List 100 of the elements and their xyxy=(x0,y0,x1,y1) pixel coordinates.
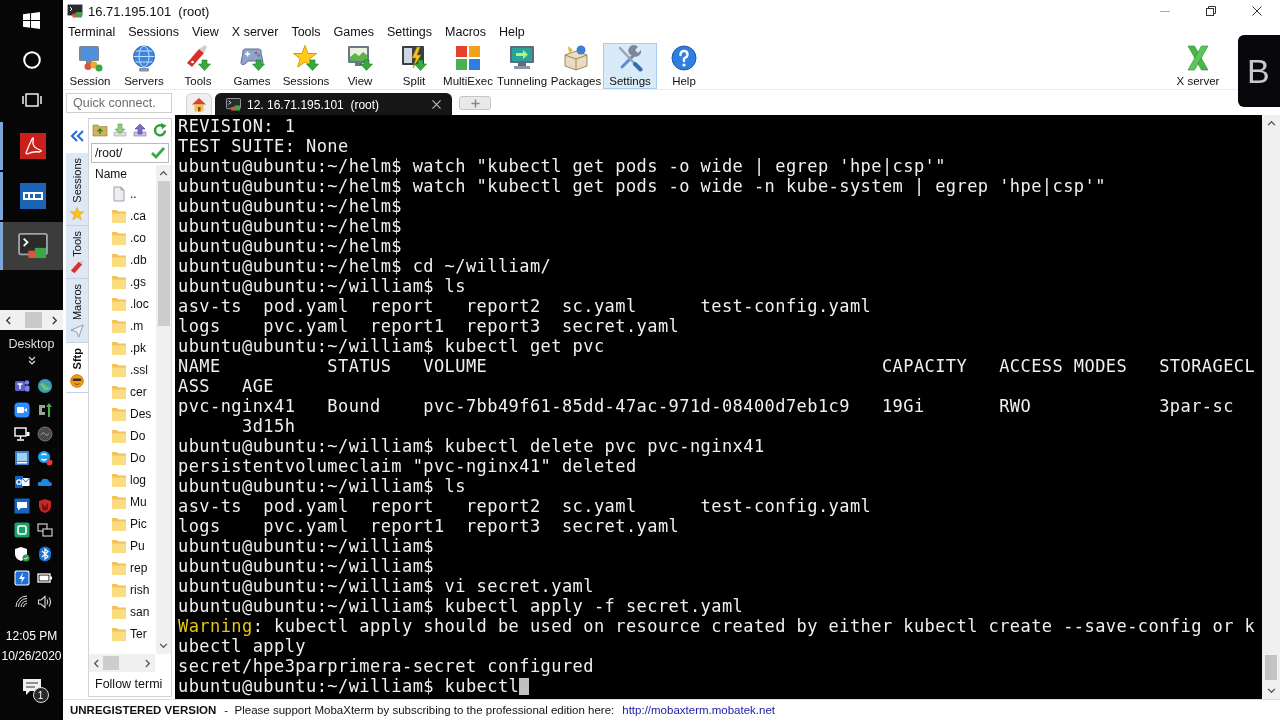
clock-date[interactable]: 10/26/2020 xyxy=(1,646,62,666)
wifi-icon[interactable] xyxy=(13,594,30,610)
toolbar-button[interactable]: Tunneling xyxy=(495,42,549,89)
taskbar-app[interactable] xyxy=(0,222,63,270)
file-item[interactable]: rish xyxy=(89,579,156,601)
scrollbar-thumb[interactable] xyxy=(1265,655,1277,680)
column-header[interactable]: Name xyxy=(89,165,156,183)
file-item[interactable]: .co xyxy=(89,227,156,249)
scrollbar[interactable] xyxy=(156,165,171,654)
start-menu-icon[interactable] xyxy=(23,11,40,29)
website-link[interactable]: http://mobaxterm.mobatek.net xyxy=(622,704,776,716)
sync-arrow-icon[interactable] xyxy=(36,402,53,418)
new-tab-button[interactable] xyxy=(459,96,491,110)
scrollbar-thumb[interactable] xyxy=(157,181,170,326)
chevron-left-icon[interactable] xyxy=(93,658,99,668)
file-item[interactable]: .ssl xyxy=(89,359,156,381)
toolbar-button[interactable]: Sessions xyxy=(279,42,333,89)
menu-item[interactable]: Help xyxy=(494,25,533,39)
file-item[interactable]: san xyxy=(89,601,156,623)
scrollbar-thumb[interactable] xyxy=(103,656,119,670)
session-tab[interactable]: 12. 16.71.195.101 (root) xyxy=(215,93,452,115)
chevron-up-icon[interactable] xyxy=(159,170,168,176)
people-icon[interactable] xyxy=(13,378,30,394)
video-camera-icon[interactable] xyxy=(13,402,30,418)
battery-icon[interactable] xyxy=(36,570,53,586)
file-item[interactable]: Pu xyxy=(89,535,156,557)
chat-icon[interactable] xyxy=(13,498,30,514)
home-tab[interactable] xyxy=(186,93,212,115)
chevron-down-icon[interactable] xyxy=(159,643,168,649)
scrollbar[interactable] xyxy=(89,654,155,672)
option-label[interactable]: Follow termi xyxy=(89,672,171,696)
scrollbar[interactable] xyxy=(0,310,63,330)
menu-item[interactable]: Terminal xyxy=(63,25,124,39)
menu-item[interactable]: View xyxy=(187,25,227,39)
refresh-icon[interactable] xyxy=(152,122,168,138)
shield-check-icon[interactable] xyxy=(13,546,30,562)
terminal[interactable] xyxy=(175,115,1262,699)
tile-icon[interactable] xyxy=(13,522,30,538)
call-icon[interactable] xyxy=(36,450,53,466)
menu-item[interactable]: Macros xyxy=(440,25,495,39)
file-item[interactable]: Ter xyxy=(89,623,156,645)
monitor-icon[interactable] xyxy=(13,426,30,442)
scrollbar-thumb[interactable] xyxy=(25,312,42,328)
file-item[interactable]: cer xyxy=(89,381,156,403)
check-icon[interactable] xyxy=(150,146,166,160)
clock-time[interactable]: 12:05 PM xyxy=(5,626,58,646)
bluetooth-icon[interactable] xyxy=(36,546,53,562)
task-view-icon[interactable] xyxy=(21,92,42,108)
chevron-right-icon[interactable] xyxy=(145,658,151,668)
file-item[interactable]: .loc xyxy=(89,293,156,315)
chevron-right-icon[interactable] xyxy=(52,315,58,325)
file-item[interactable]: .. xyxy=(89,183,156,205)
toolbar-button[interactable]: Help xyxy=(657,42,711,89)
path-field[interactable]: /root/ xyxy=(91,143,169,163)
file-item[interactable]: .m xyxy=(89,315,156,337)
menu-item[interactable]: Tools xyxy=(286,25,329,39)
toolbar-button[interactable]: Packages xyxy=(549,42,603,89)
chevrons-left-icon[interactable] xyxy=(69,130,85,142)
chevrons-down-icon[interactable] xyxy=(27,356,36,365)
menu-item[interactable]: Settings xyxy=(381,25,441,39)
display-icon[interactable] xyxy=(36,522,53,538)
toolbar-button[interactable]: Games xyxy=(225,42,279,89)
toolbar-button[interactable]: Servers xyxy=(117,42,171,89)
chevron-left-icon[interactable] xyxy=(5,315,11,325)
lightning-icon[interactable] xyxy=(13,570,30,586)
ring-icon[interactable] xyxy=(22,51,41,69)
file-item[interactable]: Des xyxy=(89,403,156,425)
chevron-down-icon[interactable] xyxy=(1266,688,1276,694)
toolbar-button[interactable]: X server xyxy=(1171,42,1225,89)
file-item[interactable]: Mu xyxy=(89,491,156,513)
menu-item[interactable]: Sessions xyxy=(123,25,187,39)
toolbar-button[interactable]: Settings xyxy=(603,42,657,89)
mail-icon[interactable] xyxy=(13,474,30,490)
toolbar-button[interactable]: View xyxy=(333,42,387,89)
folder-up-icon[interactable] xyxy=(92,122,108,138)
file-item[interactable]: Pic xyxy=(89,513,156,535)
file-item[interactable]: rep xyxy=(89,557,156,579)
file-item[interactable]: .gs xyxy=(89,271,156,293)
file-item[interactable]: Do xyxy=(89,425,156,447)
close-icon[interactable] xyxy=(432,100,441,109)
toolbar-button[interactable]: Split xyxy=(387,42,441,89)
side-tab[interactable]: Macros xyxy=(66,279,88,344)
app-window-icon[interactable] xyxy=(13,450,30,466)
side-tab[interactable]: Sessions xyxy=(66,153,88,226)
file-item[interactable]: .ca xyxy=(89,205,156,227)
quick-connect-field[interactable]: Quick connect. xyxy=(66,92,172,113)
toolbar-button[interactable]: MultiExec xyxy=(441,42,495,89)
menu-item[interactable]: X server xyxy=(226,25,287,39)
menu-item[interactable]: Games xyxy=(328,25,382,39)
shield-icon[interactable] xyxy=(36,498,53,514)
chevron-up-icon[interactable] xyxy=(1266,120,1276,126)
volume-icon[interactable] xyxy=(36,594,53,610)
file-item[interactable]: log xyxy=(89,469,156,491)
side-tab[interactable]: Tools xyxy=(66,225,88,280)
toolbar-button[interactable]: Tools xyxy=(171,42,225,89)
disc-icon[interactable] xyxy=(36,426,53,442)
upload-icon[interactable] xyxy=(132,122,148,138)
file-item[interactable]: Do xyxy=(89,447,156,469)
toolbar-button[interactable]: Session xyxy=(63,42,117,89)
file-item[interactable]: .pk xyxy=(89,337,156,359)
